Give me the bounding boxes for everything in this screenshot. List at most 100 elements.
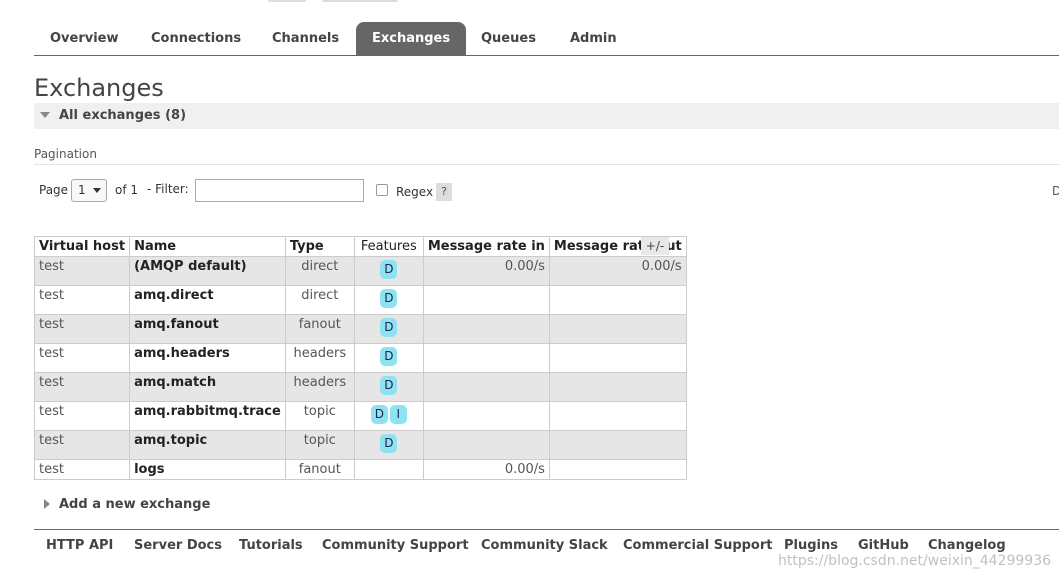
cell-type: headers <box>284 343 355 373</box>
table-row[interactable]: test amq.headers headers D <box>33 343 687 373</box>
cell-name[interactable]: amq.topic <box>129 430 286 460</box>
column-header-features: Features <box>353 236 424 257</box>
filter-input[interactable] <box>195 179 364 202</box>
expand-triangle-icon <box>44 499 50 509</box>
table-header-row: Virtual host Name Type Features Message … <box>33 236 687 257</box>
add-exchange-label: Add a new exchange <box>59 497 211 512</box>
footer-link-community-support[interactable]: Community Support <box>322 538 469 553</box>
cell-name[interactable]: (AMQP default) <box>129 256 286 286</box>
collapse-triangle-icon <box>40 112 50 118</box>
cell-rate-in <box>422 285 550 315</box>
regex-checkbox[interactable] <box>376 184 388 196</box>
table-row[interactable]: test amq.rabbitmq.trace topic D I <box>33 401 687 431</box>
cell-vhost: test <box>33 285 131 315</box>
cell-rate-out <box>548 343 687 373</box>
page-label: Page <box>39 183 69 197</box>
cell-features: D <box>353 372 424 402</box>
regex-help-icon[interactable]: ? <box>436 183 452 201</box>
cell-vhost: test <box>33 343 131 373</box>
footer-link-server-docs[interactable]: Server Docs <box>134 538 222 553</box>
table-row[interactable]: test logs fanout 0.00/s <box>33 459 687 480</box>
column-header-name[interactable]: Name <box>129 236 286 257</box>
cell-type: topic <box>284 430 355 460</box>
table-row[interactable]: test amq.direct direct D <box>33 285 687 315</box>
cell-rate-in <box>422 314 550 344</box>
cell-features: D <box>353 256 424 286</box>
cell-rate-in <box>422 343 550 373</box>
table-row[interactable]: test amq.topic topic D <box>33 430 687 460</box>
page-select[interactable]: 1 <box>71 179 107 202</box>
top-stub-right <box>322 0 398 2</box>
cell-name[interactable]: logs <box>129 459 286 480</box>
cell-features <box>353 459 424 480</box>
page-count-label: of 1 <box>115 183 139 197</box>
feature-badge: D <box>380 434 398 453</box>
tab-admin[interactable]: Admin <box>554 22 633 55</box>
cell-vhost: test <box>33 401 131 431</box>
cell-name[interactable]: amq.fanout <box>129 314 286 344</box>
tab-overview[interactable]: Overview <box>34 22 135 55</box>
cell-rate-out <box>548 430 687 460</box>
cell-rate-in <box>422 401 550 431</box>
pagination-heading: Pagination <box>34 147 97 161</box>
cell-vhost: test <box>33 459 131 480</box>
cell-name[interactable]: amq.match <box>129 372 286 402</box>
regex-label: Regex <box>396 185 434 199</box>
footer-link-changelog[interactable]: Changelog <box>928 538 1006 553</box>
cell-features: D <box>353 285 424 315</box>
cell-name[interactable]: amq.headers <box>129 343 286 373</box>
cell-rate-out: 0.00/s <box>548 256 687 286</box>
feature-badge: I <box>389 405 407 424</box>
exchanges-table: Virtual host Name Type Features Message … <box>33 236 687 480</box>
cell-type: direct <box>284 285 355 315</box>
footer-link-plugins[interactable]: Plugins <box>784 538 838 553</box>
all-exchanges-section-toggle[interactable]: All exchanges (8) <box>34 103 1059 129</box>
cell-rate-in: 0.00/s <box>422 256 550 286</box>
column-header-rate-in[interactable]: Message rate in <box>422 236 550 257</box>
top-stub-left <box>268 0 306 2</box>
cell-rate-out <box>548 401 687 431</box>
footer-link-commercial-support[interactable]: Commercial Support <box>623 538 773 553</box>
tab-channels[interactable]: Channels <box>256 22 355 55</box>
feature-badge: D <box>380 289 398 308</box>
cell-features: D <box>353 314 424 344</box>
page-title: Exchanges <box>34 74 164 102</box>
cell-rate-in: 0.00/s <box>422 459 550 480</box>
footer-link-github[interactable]: GitHub <box>858 538 909 553</box>
column-toggle-button[interactable]: +/- <box>641 237 669 255</box>
cell-features: D <box>353 343 424 373</box>
tab-connections[interactable]: Connections <box>135 22 257 55</box>
cell-rate-out <box>548 314 687 344</box>
cell-vhost: test <box>33 372 131 402</box>
cell-type: fanout <box>284 314 355 344</box>
cell-features: DI <box>353 401 424 431</box>
tab-queues[interactable]: Queues <box>465 22 552 55</box>
table-row[interactable]: test (AMQP default) direct D 0.00/s 0.00/s <box>33 256 687 286</box>
feature-badge: D <box>380 376 398 395</box>
cell-rate-out <box>548 372 687 402</box>
cell-name[interactable]: amq.rabbitmq.trace <box>129 401 286 431</box>
page-select-value: 1 <box>78 183 86 197</box>
pagination-divider <box>34 164 1059 165</box>
cell-type: fanout <box>284 459 355 480</box>
column-header-type[interactable]: Type <box>284 236 355 257</box>
cell-type: topic <box>284 401 355 431</box>
feature-badge: D <box>380 318 398 337</box>
footer-divider <box>34 529 1059 530</box>
table-row[interactable]: test amq.match headers D <box>33 372 687 402</box>
column-header-vhost[interactable]: Virtual host <box>33 236 131 257</box>
table-row[interactable]: test amq.fanout fanout D <box>33 314 687 344</box>
filter-label: - Filter: <box>147 182 189 196</box>
tab-exchanges[interactable]: Exchanges <box>356 22 467 55</box>
footer-link-community-slack[interactable]: Community Slack <box>481 538 608 553</box>
feature-badge: D <box>370 405 388 424</box>
cell-vhost: test <box>33 314 131 344</box>
section-title: All exchanges (8) <box>59 108 187 123</box>
footer-link-http-api[interactable]: HTTP API <box>46 538 113 553</box>
feature-badge: D <box>380 260 398 279</box>
footer-link-tutorials[interactable]: Tutorials <box>239 538 303 553</box>
cell-name[interactable]: amq.direct <box>129 285 286 315</box>
cell-features: D <box>353 430 424 460</box>
cell-vhost: test <box>33 430 131 460</box>
cell-rate-in <box>422 430 550 460</box>
